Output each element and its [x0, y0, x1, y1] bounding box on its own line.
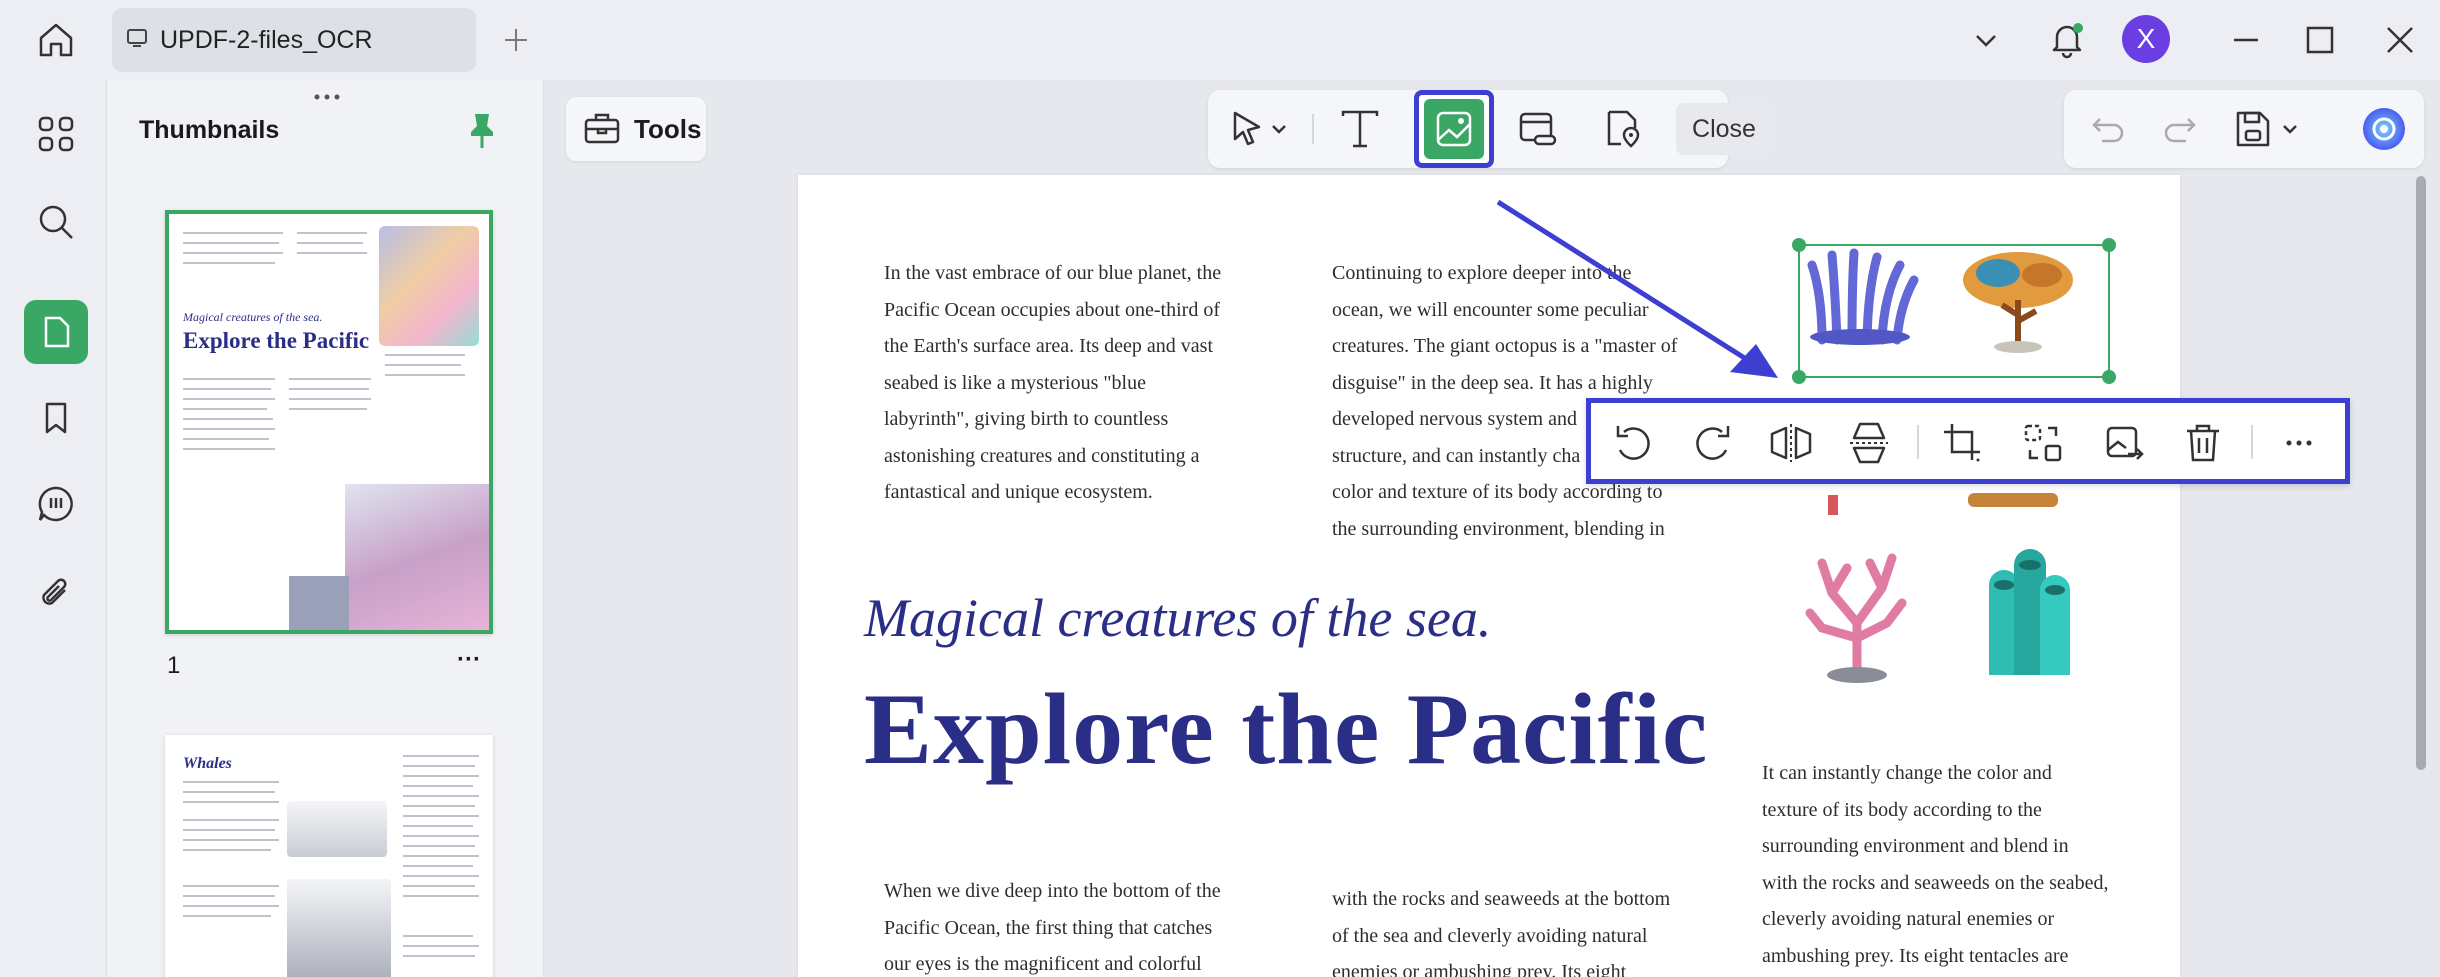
paragraph-column-3[interactable]: It can instantly change the color and tex… — [1762, 755, 2109, 974]
left-rail — [0, 80, 106, 977]
vertical-scrollbar[interactable] — [2416, 176, 2426, 770]
page-thumbnail-1[interactable]: Magical creatures of the sea. Explore th… — [165, 210, 493, 634]
coral-image-pink[interactable] — [1802, 543, 1912, 683]
select-tool-button[interactable] — [1222, 99, 1298, 159]
page-more-icon[interactable]: ··· — [457, 646, 481, 674]
image-tool-button[interactable] — [1414, 90, 1494, 168]
edit-toolbar: Close — [1208, 90, 1772, 168]
page-number-1: 1 — [167, 652, 181, 679]
crop-icon[interactable] — [1935, 415, 1991, 471]
tools-label: Tools — [634, 113, 702, 144]
document-tab[interactable]: UPDF-2-files_OCR — [112, 8, 476, 72]
close-window-icon[interactable] — [2378, 18, 2422, 62]
bookmark-icon[interactable] — [24, 386, 88, 450]
new-tab-icon[interactable] — [496, 20, 536, 60]
coral-image-teal[interactable] — [1974, 545, 2084, 685]
redo-icon[interactable] — [2150, 99, 2210, 159]
right-toolbar — [2064, 90, 2424, 168]
home-icon[interactable] — [28, 14, 84, 66]
attachment-icon[interactable] — [24, 562, 88, 626]
thumbnails-title: Thumbnails — [139, 116, 280, 144]
rotate-right-icon[interactable] — [1685, 415, 1741, 471]
image-selection-box[interactable] — [1792, 238, 2116, 384]
page-thumbnail-2[interactable]: Whales — [165, 735, 493, 977]
document-tab-icon — [126, 27, 148, 54]
maximize-icon[interactable] — [2298, 18, 2342, 62]
save-icon[interactable] — [2230, 99, 2310, 159]
panel-drag-handle[interactable] — [307, 88, 347, 100]
thumbnail2-heading: Whales — [183, 755, 232, 772]
more-options-icon[interactable] — [2271, 415, 2327, 471]
resize-handle[interactable] — [1792, 370, 1806, 384]
comment-icon[interactable] — [24, 472, 88, 536]
replace-image-icon[interactable] — [2015, 415, 2071, 471]
subtitle-text[interactable]: Magical creatures of the sea. — [864, 587, 1491, 649]
notification-bell-icon[interactable] — [2044, 16, 2090, 62]
pin-icon[interactable] — [465, 110, 499, 150]
link-tool-icon[interactable] — [1508, 99, 1568, 159]
callout-arrow — [1494, 198, 1784, 382]
chevron-down-icon[interactable] — [1966, 20, 2006, 60]
delete-icon[interactable] — [2175, 415, 2231, 471]
toolbox-icon — [582, 107, 622, 152]
title-text[interactable]: Explore the Pacific — [864, 671, 1708, 788]
rotate-left-icon[interactable] — [1605, 415, 1661, 471]
thumbnails-grid-icon[interactable] — [24, 102, 88, 166]
resize-handle[interactable] — [2102, 238, 2116, 252]
flip-horizontal-icon[interactable] — [1763, 415, 1819, 471]
user-avatar[interactable]: X — [2122, 15, 2170, 63]
pages-icon[interactable] — [24, 300, 88, 364]
ai-assistant-icon[interactable] — [2354, 99, 2414, 159]
close-edit-button[interactable]: Close — [1676, 103, 1772, 155]
undo-icon[interactable] — [2078, 99, 2138, 159]
search-icon[interactable] — [24, 190, 88, 254]
minimize-icon[interactable] — [2224, 18, 2268, 62]
paragraph-column-1[interactable]: In the vast embrace of our blue planet, … — [884, 255, 1221, 511]
extract-image-icon[interactable] — [2097, 415, 2153, 471]
image-edit-toolbar — [1586, 398, 2350, 484]
thumbnails-panel: Thumbnails Magical creatures of the sea.… — [106, 80, 544, 977]
text-tool-icon[interactable] — [1330, 99, 1390, 159]
flip-vertical-icon[interactable] — [1841, 415, 1897, 471]
paragraph-column-1b[interactable]: When we dive deep into the bottom of the… — [884, 873, 1221, 977]
watermark-tool-icon[interactable] — [1592, 99, 1652, 159]
tools-button[interactable]: Tools — [566, 97, 706, 161]
resize-handle[interactable] — [2102, 370, 2116, 384]
resize-handle[interactable] — [1792, 238, 1806, 252]
document-tab-title: UPDF-2-files_OCR — [160, 25, 373, 54]
paragraph-column-2b[interactable]: with the rocks and seaweeds at the botto… — [1332, 881, 1670, 977]
